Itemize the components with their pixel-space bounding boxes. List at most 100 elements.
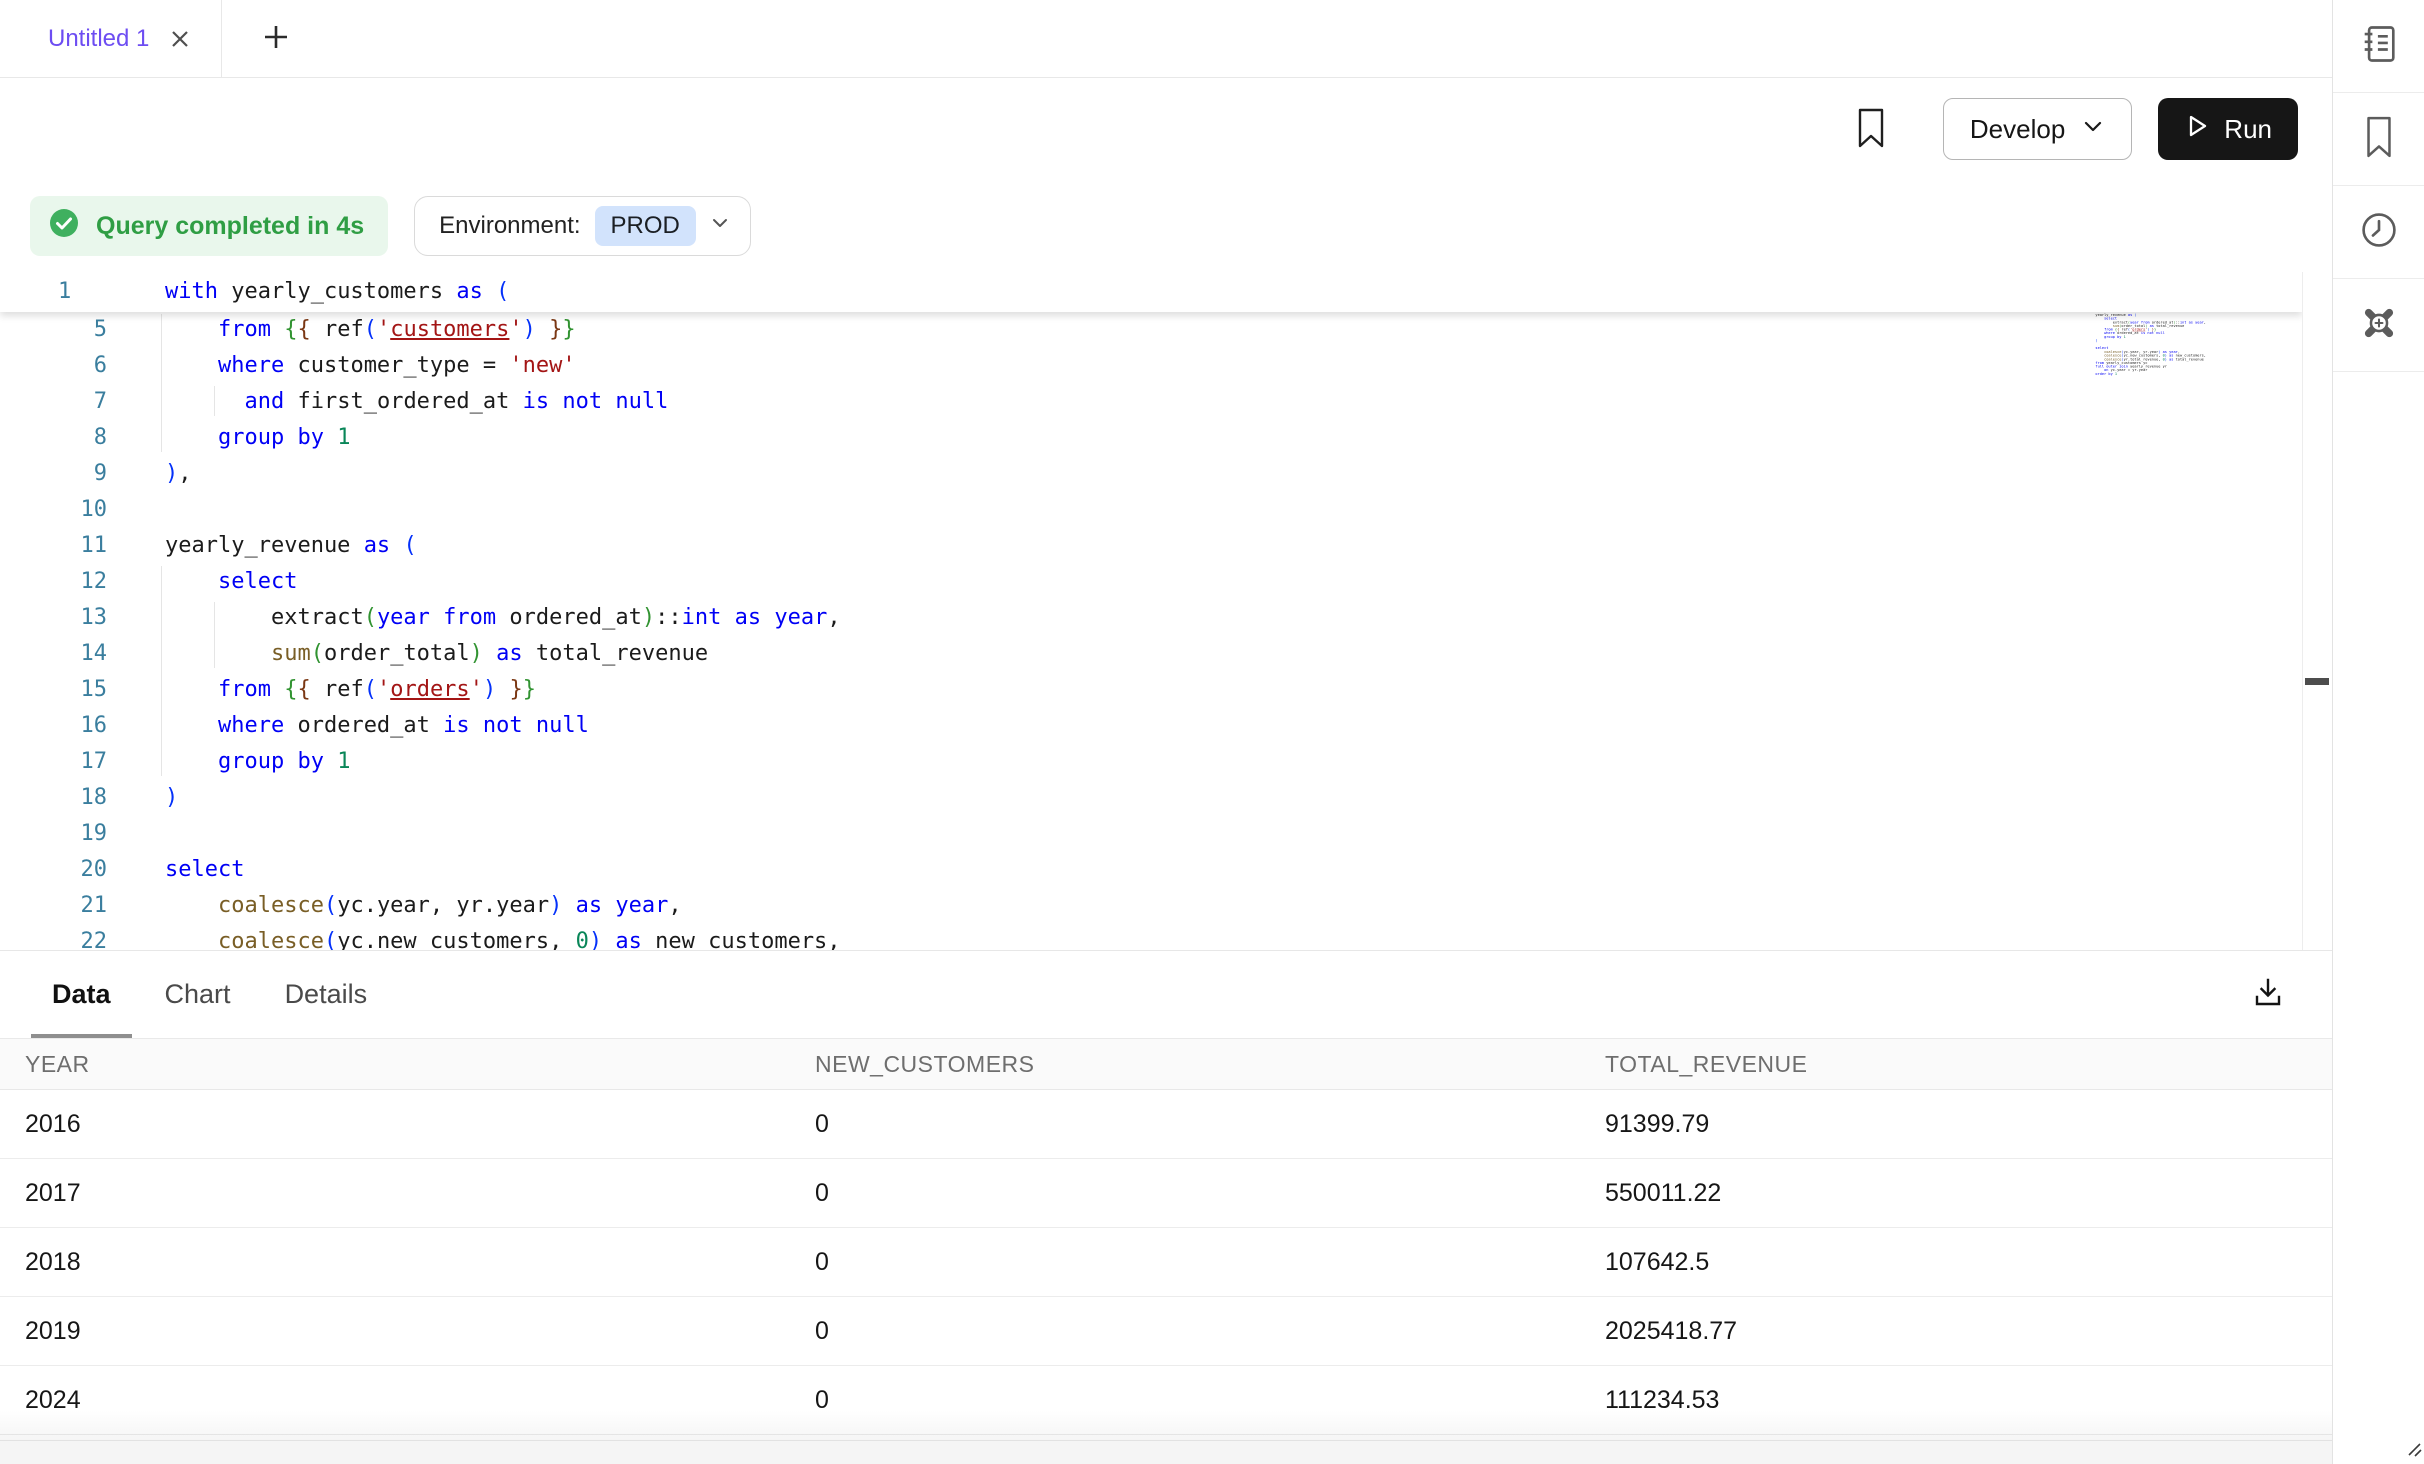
code-line: 19 — [0, 816, 2302, 852]
line-number: 6 — [0, 348, 107, 384]
tab-untitled-1[interactable]: Untitled 1 — [0, 0, 221, 78]
develop-dropdown[interactable]: Develop — [1943, 98, 2132, 160]
code-line: 8 group by 1 — [0, 420, 2302, 456]
code-line: 1with yearly_customers as ( — [0, 272, 2302, 312]
close-tab-icon[interactable] — [167, 26, 193, 52]
run-button[interactable]: Run — [2158, 98, 2298, 160]
code-line: 21 coalesce(yc.year, yr.year) as year, — [0, 888, 2302, 924]
environment-value-badge: PROD — [595, 206, 696, 246]
column-header: NEW_CUSTOMERS — [815, 1051, 1605, 1078]
lineage-compass-icon — [2356, 300, 2402, 351]
code-line: 7 and first_ordered_at is not null — [0, 384, 2302, 420]
indent-guide — [214, 602, 215, 668]
table-cell: 2019 — [25, 1317, 815, 1346]
table-cell: 2025418.77 — [1605, 1317, 2332, 1346]
results-tab-details[interactable]: Details — [264, 951, 389, 1038]
table-row: 201902025418.77 — [0, 1297, 2332, 1366]
code-line: 15 from {{ ref('orders') }} — [0, 672, 2302, 708]
history-clock-icon — [2357, 208, 2401, 257]
table-cell: 2024 — [25, 1386, 815, 1415]
query-status-text: Query completed in 4s — [96, 212, 364, 241]
bookmark-icon — [2359, 115, 2399, 164]
code-line: 10 — [0, 492, 2302, 528]
code-line: 17 group by 1 — [0, 744, 2302, 780]
line-number: 7 — [0, 384, 107, 420]
chevron-down-icon — [2081, 114, 2105, 145]
line-number: 8 — [0, 420, 107, 456]
line-number: 16 — [0, 708, 107, 744]
results-tabs: DataChartDetails — [0, 951, 2332, 1038]
horizontal-scrollbar[interactable] — [0, 1440, 2332, 1464]
editor-scrollbar-thumb[interactable] — [2305, 678, 2329, 685]
develop-label: Develop — [1970, 114, 2065, 145]
table-cell: 111234.53 — [1605, 1386, 2332, 1415]
editor-toolbar: Develop Run — [0, 79, 2332, 179]
line-number: 13 — [0, 600, 107, 636]
editor-scrollbar[interactable] — [2302, 272, 2332, 950]
code-line: 20select — [0, 852, 2302, 888]
code-line: 18) — [0, 780, 2302, 816]
code-line: 22 coalesce(yc.new_customers, 0) as new_… — [0, 924, 2302, 950]
indent-guide — [214, 386, 215, 416]
table-cell: 0 — [815, 1248, 1605, 1277]
column-header: YEAR — [25, 1051, 815, 1078]
table-cell: 2016 — [25, 1110, 815, 1139]
line-number: 17 — [0, 744, 107, 780]
check-circle-icon — [46, 205, 82, 248]
table-row: 2016091399.79 — [0, 1090, 2332, 1159]
model-ref-link[interactable]: customers — [390, 317, 509, 342]
code-line: 6 where customer_type = 'new' — [0, 348, 2302, 384]
model-ref-link[interactable]: orders — [390, 677, 469, 702]
sidebar-item-bookmarks[interactable] — [2333, 93, 2424, 186]
bookmark-icon — [1855, 107, 1887, 152]
table-cell: 0 — [815, 1179, 1605, 1208]
query-status-badge: Query completed in 4s — [30, 196, 388, 256]
environment-selector[interactable]: Environment: PROD — [414, 196, 751, 256]
indent-guide — [161, 566, 162, 776]
play-icon — [2184, 113, 2210, 146]
line-number: 9 — [0, 456, 107, 492]
plus-icon — [260, 21, 292, 56]
bookmark-button[interactable] — [1849, 101, 1893, 158]
sticky-scroll-line: 1with yearly_customers as ( — [0, 272, 2302, 312]
main-column: Untitled 1 Develop — [0, 0, 2332, 1464]
table-cell: 91399.79 — [1605, 1110, 2332, 1139]
table-cell: 2018 — [25, 1248, 815, 1277]
resize-grip-icon[interactable] — [2406, 1441, 2422, 1462]
line-number: 1 — [0, 272, 107, 312]
results-tab-chart[interactable]: Chart — [144, 951, 252, 1038]
run-label: Run — [2224, 114, 2272, 145]
table-cell: 107642.5 — [1605, 1248, 2332, 1277]
line-number: 11 — [0, 528, 107, 564]
tab-divider — [221, 0, 222, 78]
status-bar: Query completed in 4s Environment: PROD — [0, 180, 2332, 272]
sidebar-item-lineage[interactable] — [2333, 279, 2424, 372]
line-number: 20 — [0, 852, 107, 888]
table-row: 20240111234.53 — [0, 1366, 2332, 1435]
table-cell: 2017 — [25, 1179, 815, 1208]
line-number: 22 — [0, 924, 107, 950]
sidebar-item-history[interactable] — [2333, 186, 2424, 279]
results-table: YEARNEW_CUSTOMERSTOTAL_REVENUE2016091399… — [0, 1038, 2332, 1435]
line-number: 10 — [0, 492, 107, 528]
line-number: 18 — [0, 780, 107, 816]
download-icon — [2250, 999, 2286, 1014]
table-cell: 0 — [815, 1317, 1605, 1346]
table-cell: 0 — [815, 1110, 1605, 1139]
code-editor[interactable]: 1with yearly_customers as ( 5 from {{ re… — [0, 272, 2332, 950]
results-tab-data[interactable]: Data — [31, 951, 132, 1038]
code-line: 16 where ordered_at is not null — [0, 708, 2302, 744]
line-number: 19 — [0, 816, 107, 852]
indent-guide — [161, 314, 162, 452]
tab-bar: Untitled 1 — [0, 0, 2332, 78]
tab-label: Untitled 1 — [48, 25, 149, 53]
sidebar-item-notebook[interactable] — [2333, 0, 2424, 93]
new-tab-button[interactable] — [260, 21, 292, 56]
table-row: 20180107642.5 — [0, 1228, 2332, 1297]
line-number: 5 — [0, 312, 107, 348]
line-number: 12 — [0, 564, 107, 600]
line-number: 15 — [0, 672, 107, 708]
code-line: 14 sum(order_total) as total_revenue — [0, 636, 2302, 672]
code-line: 12 select — [0, 564, 2302, 600]
download-results-button[interactable] — [2244, 969, 2292, 1020]
